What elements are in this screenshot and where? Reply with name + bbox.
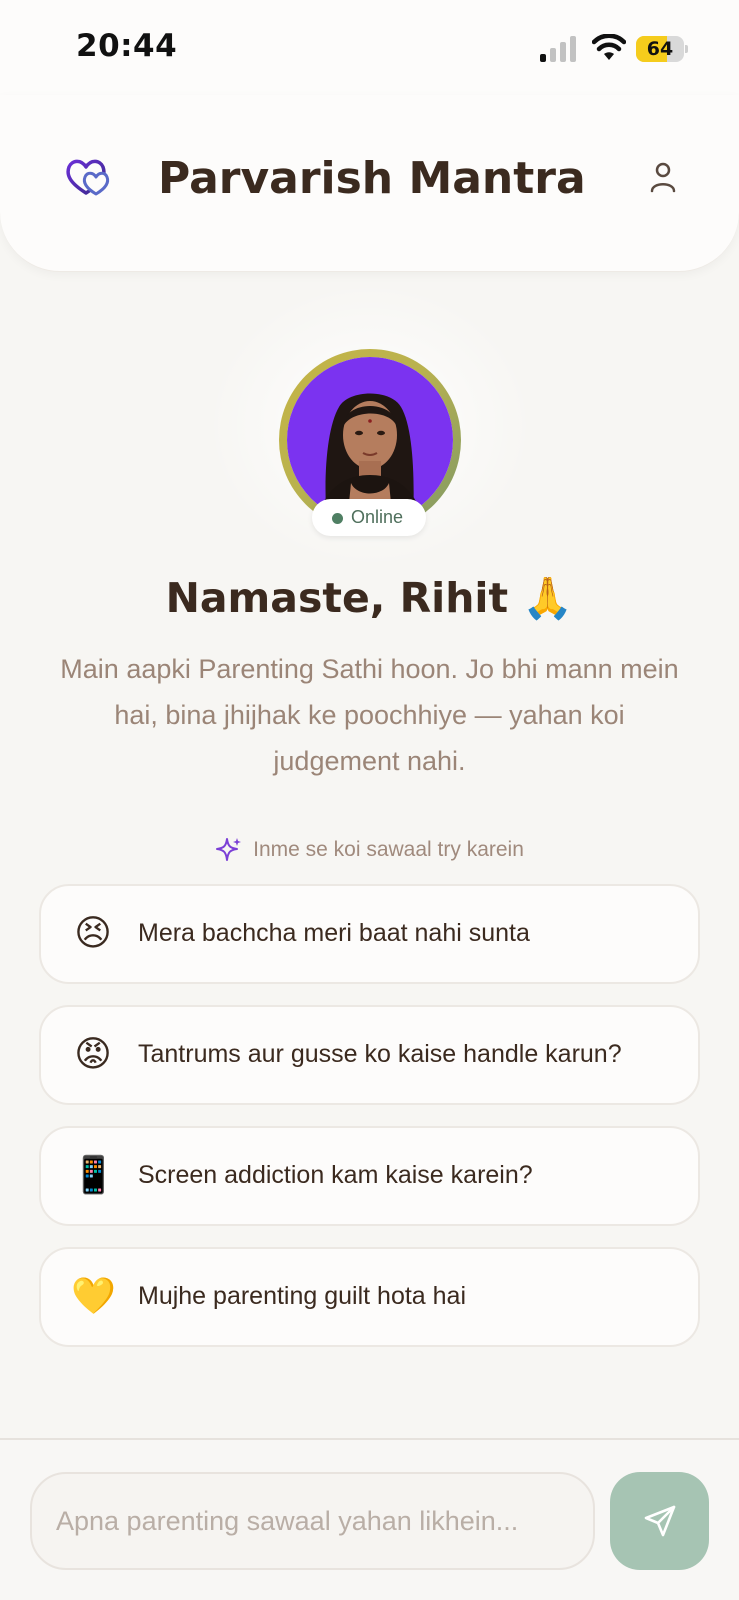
send-icon — [644, 1505, 676, 1537]
suggestion-card-3[interactable]: 📱 Screen addiction kam kaise karein? — [39, 1126, 700, 1226]
angry-face-icon: 😡 — [74, 1034, 112, 1075]
yellow-heart-icon: 💛 — [71, 1276, 116, 1317]
battery-icon: 64 — [636, 36, 688, 62]
message-composer — [0, 1438, 739, 1600]
suggestion-card-1[interactable]: 😣 Mera bachcha meri baat nahi sunta — [39, 884, 700, 984]
sparkle-icon — [216, 838, 242, 861]
status-bar: 20:44 64 — [0, 0, 739, 95]
persevering-face-icon: 😣 — [74, 913, 112, 954]
suggestion-text: Mera bachcha meri baat nahi sunta — [138, 919, 530, 947]
online-dot-icon — [332, 513, 343, 524]
app-header: Parvarish Mantra — [0, 95, 739, 272]
suggestion-card-2[interactable]: 😡 Tantrums aur gusse ko kaise handle kar… — [39, 1005, 700, 1105]
person-icon[interactable] — [648, 161, 678, 193]
online-status-badge: Online — [312, 499, 426, 536]
suggestion-card-4[interactable]: 💛 Mujhe parenting guilt hota hai — [39, 1247, 700, 1347]
mobile-phone-icon: 📱 — [71, 1155, 116, 1196]
wifi-icon — [592, 34, 626, 60]
suggestion-text: Tantrums aur gusse ko kaise handle karun… — [138, 1040, 622, 1068]
online-status-text: Online — [351, 507, 404, 527]
intro-text: Main aapki Parenting Sathi hoon. Jo bhi … — [60, 654, 679, 776]
suggestion-text: Mujhe parenting guilt hota hai — [138, 1282, 467, 1310]
suggestions-label: Inme se koi sawaal try karein — [0, 835, 739, 865]
suggestion-text: Screen addiction kam kaise karein? — [138, 1161, 533, 1189]
suggestions-label-text: Inme se koi sawaal try karein — [253, 838, 524, 861]
send-button[interactable] — [610, 1472, 709, 1570]
signal-icon — [540, 36, 576, 62]
greeting-heading: Namaste, Rihit 🙏 — [165, 574, 574, 622]
message-input[interactable] — [30, 1472, 595, 1570]
hearts-logo-icon — [66, 159, 110, 196]
app-title: Parvarish Mantra — [158, 153, 586, 204]
battery-level: 64 — [646, 38, 674, 60]
status-time: 20:44 — [76, 28, 178, 64]
